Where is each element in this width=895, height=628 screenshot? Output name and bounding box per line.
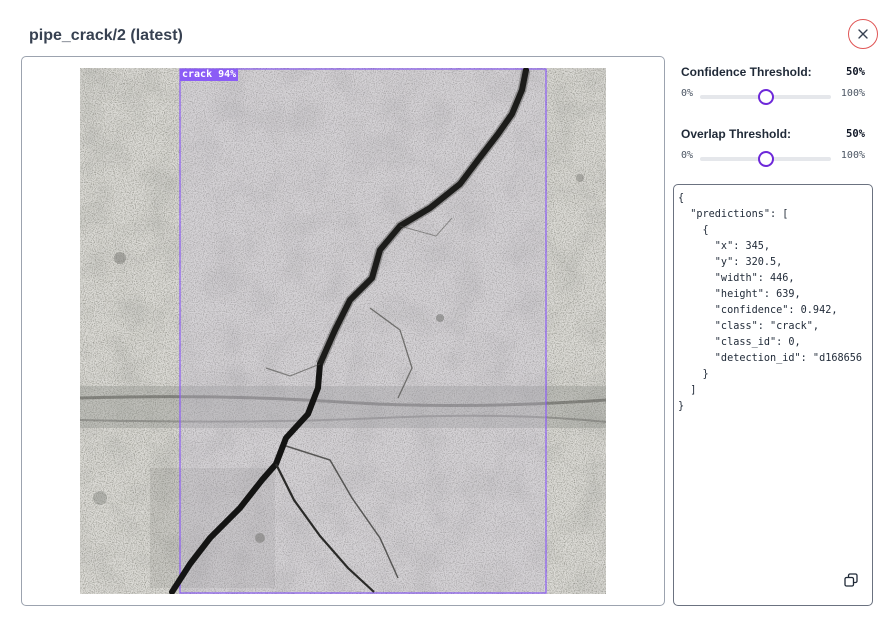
close-button[interactable]	[848, 19, 878, 49]
confidence-max-label: 100%	[840, 88, 865, 99]
confidence-value: 50%	[846, 66, 865, 78]
inference-image	[80, 68, 606, 594]
copy-icon	[844, 573, 858, 587]
confidence-slider-thumb[interactable]	[757, 89, 774, 105]
modal-title: pipe_crack/2 (latest)	[29, 27, 183, 44]
close-icon	[858, 29, 868, 39]
threshold-controls: Confidence Threshold: 50% 0% 100% Overla…	[672, 57, 873, 181]
overlap-label: Overlap Threshold:	[681, 127, 792, 141]
overlap-slider[interactable]: 0% 100%	[681, 148, 865, 167]
overlap-min-label: 0%	[681, 150, 694, 161]
confidence-slider[interactable]: 0% 100%	[681, 86, 865, 105]
overlap-control: Overlap Threshold: 50% 0% 100%	[681, 126, 865, 167]
overlap-max-label: 100%	[840, 150, 865, 161]
confidence-label: Confidence Threshold:	[681, 65, 812, 79]
overlap-slider-track[interactable]	[700, 151, 831, 167]
overlap-value: 50%	[846, 128, 865, 140]
confidence-control: Confidence Threshold: 50% 0% 100%	[681, 64, 865, 105]
detection-label: crack 94%	[180, 69, 239, 81]
json-output-panel: { "predictions": [ { "x": 345, "y": 320.…	[673, 184, 873, 606]
confidence-slider-track[interactable]	[700, 89, 831, 105]
image-panel: crack 94%	[21, 56, 665, 606]
json-output[interactable]: { "predictions": [ { "x": 345, "y": 320.…	[678, 191, 862, 415]
overlap-slider-thumb[interactable]	[757, 151, 774, 167]
inference-modal: pipe_crack/2 (latest) crack 94% Confiden…	[0, 0, 895, 628]
copy-button[interactable]	[842, 571, 860, 589]
confidence-min-label: 0%	[681, 88, 694, 99]
